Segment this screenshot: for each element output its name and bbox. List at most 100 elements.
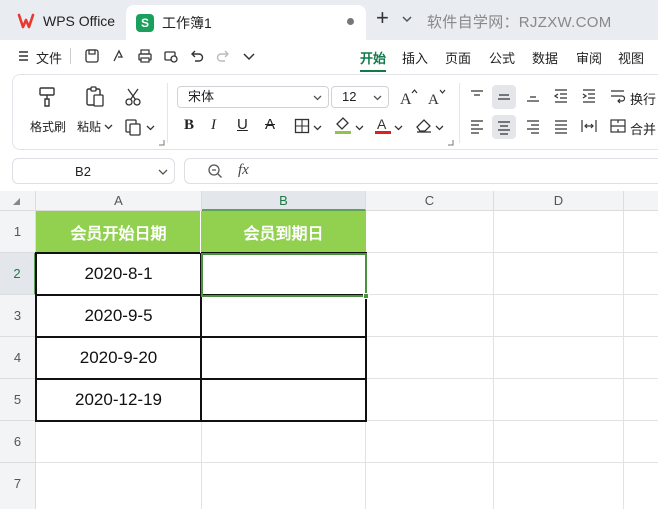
font-size-select[interactable]: 12 <box>331 86 389 108</box>
cell-b1[interactable]: 会员到期日 <box>201 211 366 253</box>
cell-a3[interactable]: 2020-9-5 <box>36 295 201 337</box>
quick-access-more-icon[interactable] <box>240 47 258 65</box>
cell-a2[interactable]: 2020-8-1 <box>36 253 201 295</box>
cell-a1[interactable]: 会员开始日期 <box>36 211 201 253</box>
undo-icon[interactable] <box>188 47 206 65</box>
menu-file[interactable]: 文件 <box>36 48 62 67</box>
chevron-down-icon[interactable] <box>158 167 168 177</box>
wps-logo-icon <box>17 13 35 29</box>
clear-format-icon[interactable] <box>414 116 434 134</box>
row-header-1[interactable]: 1 <box>0 211 36 253</box>
paste-button[interactable]: 粘贴 <box>77 118 101 135</box>
decrease-indent-icon[interactable] <box>552 87 570 105</box>
tab-wps-label: WPS Office <box>43 13 116 29</box>
svg-text:A: A <box>377 116 387 132</box>
strikethrough-icon[interactable]: A <box>265 116 275 133</box>
tab-workbook[interactable]: S 工作簿1 <box>126 5 366 40</box>
column-header-c[interactable]: C <box>366 191 494 211</box>
zoom-search-icon[interactable] <box>207 163 223 179</box>
active-menu-indicator <box>360 70 386 72</box>
column-header-a[interactable]: A <box>36 191 202 211</box>
svg-text:A: A <box>428 92 439 106</box>
name-box[interactable]: B2 <box>12 158 175 184</box>
copy-dropdown-icon[interactable] <box>146 123 155 132</box>
increase-font-size-icon[interactable]: A <box>399 88 419 106</box>
redo-icon[interactable] <box>214 47 232 65</box>
fill-color-dropdown-icon[interactable] <box>355 123 364 132</box>
column-header-b[interactable]: B <box>202 191 366 211</box>
format-painter-button[interactable]: 格式刷 <box>30 118 66 135</box>
menu-view[interactable]: 视图 <box>618 48 644 67</box>
justify-icon[interactable] <box>552 117 570 135</box>
distributed-align-icon[interactable] <box>580 117 598 135</box>
cut-icon[interactable] <box>123 87 143 107</box>
select-all-corner[interactable] <box>0 191 36 211</box>
row-header-5[interactable]: 5 <box>0 379 36 421</box>
gridline <box>623 211 624 509</box>
menu-divider <box>70 48 71 64</box>
row-header-7[interactable]: 7 <box>0 463 36 509</box>
title-tab-bar: WPS Office S 工作簿1 + 软件自学网：RJZXW.COM <box>0 0 658 40</box>
hamburger-menu-icon[interactable] <box>16 47 34 65</box>
menu-review[interactable]: 审阅 <box>576 48 602 67</box>
row-header-4[interactable]: 4 <box>0 337 36 379</box>
insert-function-icon[interactable]: fx <box>238 162 249 179</box>
align-center-button[interactable] <box>492 115 516 139</box>
decrease-font-size-icon[interactable]: A <box>427 88 447 106</box>
bold-icon[interactable]: B <box>184 117 194 134</box>
borders-dropdown-icon[interactable] <box>313 123 322 132</box>
font-color-dropdown-icon[interactable] <box>394 123 403 132</box>
export-icon[interactable] <box>110 47 128 65</box>
underline-icon[interactable]: U <box>237 116 248 133</box>
cell-a4[interactable]: 2020-9-20 <box>36 337 201 379</box>
column-header-d[interactable]: D <box>494 191 624 211</box>
formula-input[interactable] <box>269 159 658 183</box>
menu-insert[interactable]: 插入 <box>402 48 428 67</box>
clear-format-dropdown-icon[interactable] <box>435 123 444 132</box>
align-right-icon[interactable] <box>524 117 542 135</box>
copy-icon[interactable] <box>123 117 143 137</box>
print-preview-icon[interactable] <box>162 47 180 65</box>
chevron-down-icon[interactable] <box>401 13 413 25</box>
gridline <box>493 211 494 509</box>
clipboard-launcher-icon[interactable] <box>158 139 165 146</box>
align-top-icon[interactable] <box>468 87 486 105</box>
row-header-6[interactable]: 6 <box>0 421 36 463</box>
wrap-text-button[interactable]: 换行 <box>630 89 656 108</box>
cell-a5[interactable]: 2020-12-19 <box>36 379 201 421</box>
merge-cells-button[interactable]: 合并 <box>630 119 656 138</box>
fill-handle[interactable] <box>363 293 369 299</box>
menu-formula[interactable]: 公式 <box>489 48 515 67</box>
cell-b3[interactable] <box>201 295 366 337</box>
menu-bar: 文件 开始 插入 页面 公式 数据 审阅 视图 <box>0 40 658 72</box>
paste-dropdown-icon[interactable] <box>104 122 113 131</box>
align-middle-button[interactable] <box>492 85 516 109</box>
select-all-triangle-icon <box>13 198 20 205</box>
row-header-2[interactable]: 2 <box>0 253 36 295</box>
column-header-e[interactable] <box>624 191 658 211</box>
borders-icon[interactable] <box>294 118 310 134</box>
font-name-select[interactable]: 宋体 <box>177 86 329 108</box>
tab-wps-office[interactable]: WPS Office <box>5 5 123 37</box>
ribbon-divider <box>459 83 460 143</box>
cell-b5[interactable] <box>201 379 366 421</box>
font-color-icon[interactable]: A <box>373 115 393 135</box>
align-middle-icon <box>498 94 510 100</box>
save-icon[interactable] <box>83 47 101 65</box>
cell-b4[interactable] <box>201 337 366 379</box>
menu-data[interactable]: 数据 <box>532 48 558 67</box>
increase-indent-icon[interactable] <box>580 87 598 105</box>
new-tab-plus-icon[interactable]: + <box>376 7 398 30</box>
unsaved-dot-icon[interactable] <box>347 18 354 25</box>
italic-icon[interactable]: I <box>211 117 216 134</box>
header-divider <box>200 211 201 253</box>
menu-page[interactable]: 页面 <box>445 48 471 67</box>
fill-color-icon[interactable] <box>333 115 353 135</box>
menu-home[interactable]: 开始 <box>360 48 386 67</box>
align-left-icon[interactable] <box>468 117 486 135</box>
row-header-3[interactable]: 3 <box>0 295 36 337</box>
print-icon[interactable] <box>136 47 154 65</box>
align-bottom-icon[interactable] <box>524 87 542 105</box>
font-launcher-icon[interactable] <box>447 139 454 146</box>
font-name-value: 宋体 <box>188 89 215 104</box>
